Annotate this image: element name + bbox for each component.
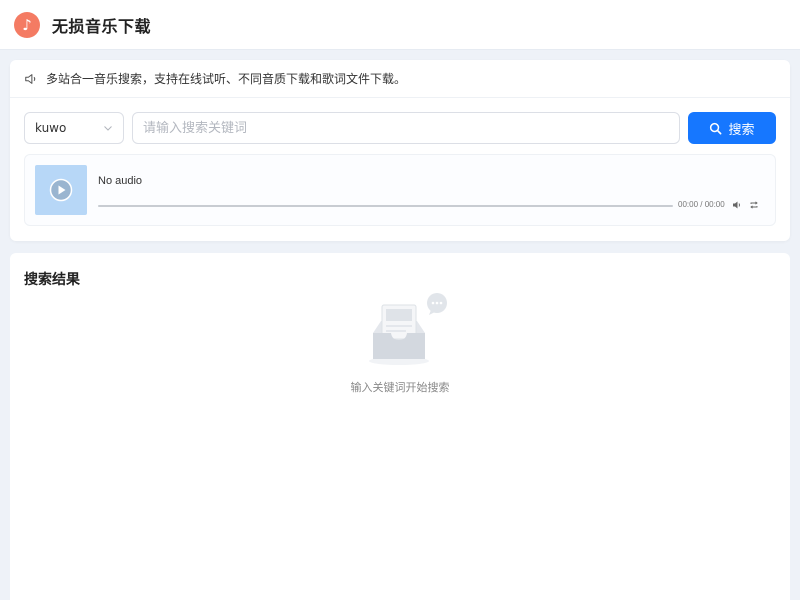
- notice-text: 多站合一音乐搜索，支持在线试听、不同音质下载和歌词文件下载。: [46, 72, 407, 86]
- search-input[interactable]: [132, 112, 680, 144]
- volume-icon[interactable]: [732, 200, 742, 210]
- music-note-icon: ♪: [14, 11, 40, 38]
- search-card: 多站合一音乐搜索，支持在线试听、不同音质下载和歌词文件下载。 kuwo 搜索 N…: [10, 60, 790, 241]
- time-readout: 00:00 / 00:00: [678, 200, 725, 209]
- audio-player: No audio 00:00 / 00:00: [24, 154, 776, 226]
- source-select-value: kuwo: [35, 121, 67, 135]
- album-cover[interactable]: [35, 165, 87, 215]
- search-row: kuwo 搜索: [24, 112, 776, 144]
- results-title: 搜索结果: [24, 272, 80, 288]
- empty-inbox-icon: [369, 293, 447, 365]
- speaker-icon: [25, 73, 36, 84]
- results-card: 搜索结果 输入关键词开始搜索: [10, 253, 790, 600]
- empty-state-text: 输入关键词开始搜索: [350, 381, 450, 394]
- loop-icon[interactable]: [749, 200, 759, 210]
- progress-bar[interactable]: [98, 205, 673, 207]
- chevron-down-icon: [104, 126, 112, 131]
- play-icon[interactable]: [49, 178, 73, 202]
- search-button-label: 搜索: [728, 122, 755, 138]
- search-button[interactable]: 搜索: [688, 112, 776, 144]
- source-select[interactable]: kuwo: [24, 112, 124, 144]
- notice-bar: 多站合一音乐搜索，支持在线试听、不同音质下载和歌词文件下载。: [10, 60, 790, 98]
- app-title: 无损音乐下载: [52, 16, 152, 36]
- app-header: ♪ 无损音乐下载: [0, 0, 800, 50]
- track-label: No audio: [98, 175, 143, 187]
- search-icon: [710, 122, 722, 134]
